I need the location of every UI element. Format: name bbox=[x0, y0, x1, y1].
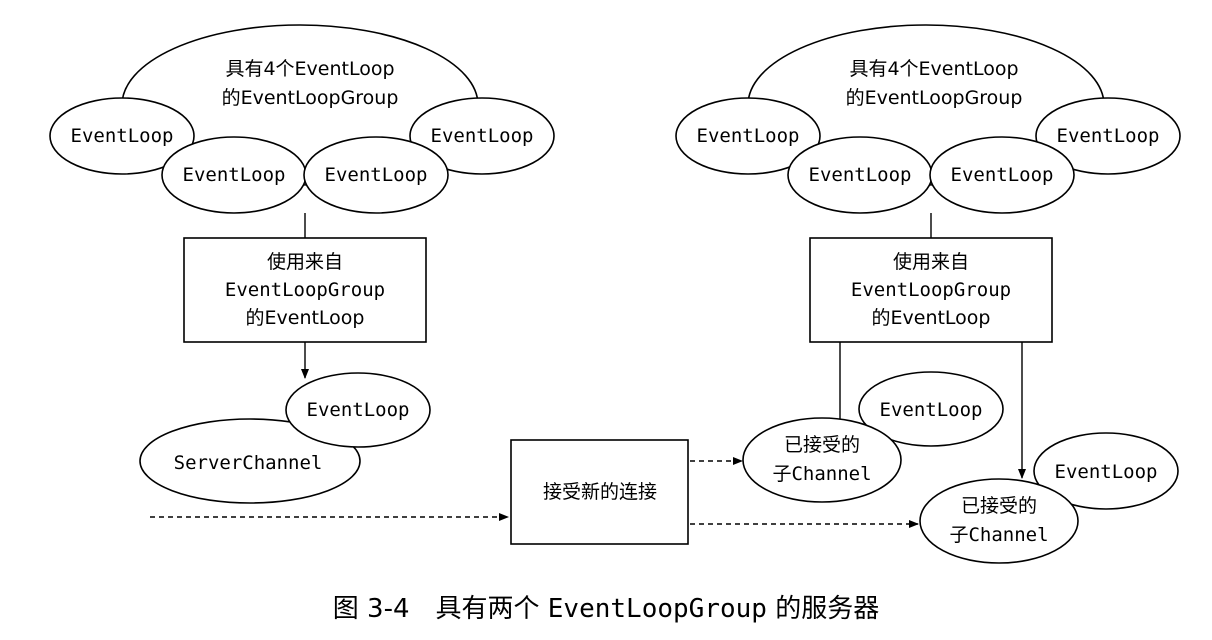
right-box-line2: EventLoopGroup bbox=[851, 279, 1011, 301]
left-box-line2: EventLoopGroup bbox=[225, 279, 385, 301]
child2-loop-label: EventLoop bbox=[1055, 461, 1158, 483]
child1-channel-ellipse bbox=[742, 417, 902, 503]
caption-suffix: 的服务器 bbox=[766, 594, 880, 624]
left-box-line1: 使用来自 bbox=[267, 251, 343, 273]
right-group-title-line1: 具有4个EventLoop bbox=[849, 58, 1018, 80]
left-box: 使用来自 EventLoopGroup 的EventLoop bbox=[183, 237, 427, 343]
server-channel-label: ServerChannel bbox=[174, 452, 323, 474]
server-loop-label: EventLoop bbox=[307, 399, 410, 421]
accept-box: 接受新的连接 bbox=[510, 439, 689, 545]
figure-caption: 图 3-4 具有两个 EventLoopGroup 的服务器 bbox=[0, 588, 1212, 625]
right-box-line1: 使用来自 bbox=[893, 251, 969, 273]
right-group-title-line2: 的EventLoopGroup bbox=[846, 87, 1023, 109]
right-box: 使用来自 EventLoopGroup 的EventLoop bbox=[809, 237, 1053, 343]
left-group-title-line2: 的EventLoopGroup bbox=[222, 87, 399, 109]
child1-loop-label: EventLoop bbox=[880, 399, 983, 421]
left-eventloop-group: 具有4个EventLoop 的EventLoopGroup EventLoop … bbox=[49, 24, 555, 214]
left-box-line3: 的EventLoop bbox=[246, 307, 365, 329]
diagram: 具有4个EventLoop 的EventLoopGroup EventLoop … bbox=[49, 24, 1181, 564]
right-loop-2-label: EventLoop bbox=[809, 164, 912, 186]
child2-line2: 子Channel bbox=[949, 524, 1048, 546]
accept-box-label: 接受新的连接 bbox=[543, 481, 657, 503]
child1-line2: 子Channel bbox=[772, 463, 871, 485]
left-group-title-line1: 具有4个EventLoop bbox=[225, 58, 394, 80]
left-loop-3-label: EventLoop bbox=[325, 164, 428, 186]
right-loop-3-label: EventLoop bbox=[951, 164, 1054, 186]
caption-mono: EventLoopGroup bbox=[547, 594, 767, 624]
child-channel-2: EventLoop 已接受的 子Channel bbox=[919, 432, 1179, 564]
left-loop-2-label: EventLoop bbox=[183, 164, 286, 186]
right-loop-1-label: EventLoop bbox=[697, 125, 800, 147]
child2-channel-ellipse bbox=[919, 478, 1079, 564]
child2-line1: 已接受的 bbox=[961, 495, 1037, 517]
right-eventloop-group: 具有4个EventLoop 的EventLoopGroup EventLoop … bbox=[675, 24, 1181, 214]
child1-line1: 已接受的 bbox=[784, 434, 860, 456]
server-channel-group: ServerChannel EventLoop bbox=[139, 372, 431, 504]
caption-prefix: 图 3-4 具有两个 bbox=[332, 594, 548, 624]
left-loop-1-label: EventLoop bbox=[71, 125, 174, 147]
right-loop-4-label: EventLoop bbox=[1057, 125, 1160, 147]
left-loop-4-label: EventLoop bbox=[431, 125, 534, 147]
right-box-line3: 的EventLoop bbox=[872, 307, 991, 329]
